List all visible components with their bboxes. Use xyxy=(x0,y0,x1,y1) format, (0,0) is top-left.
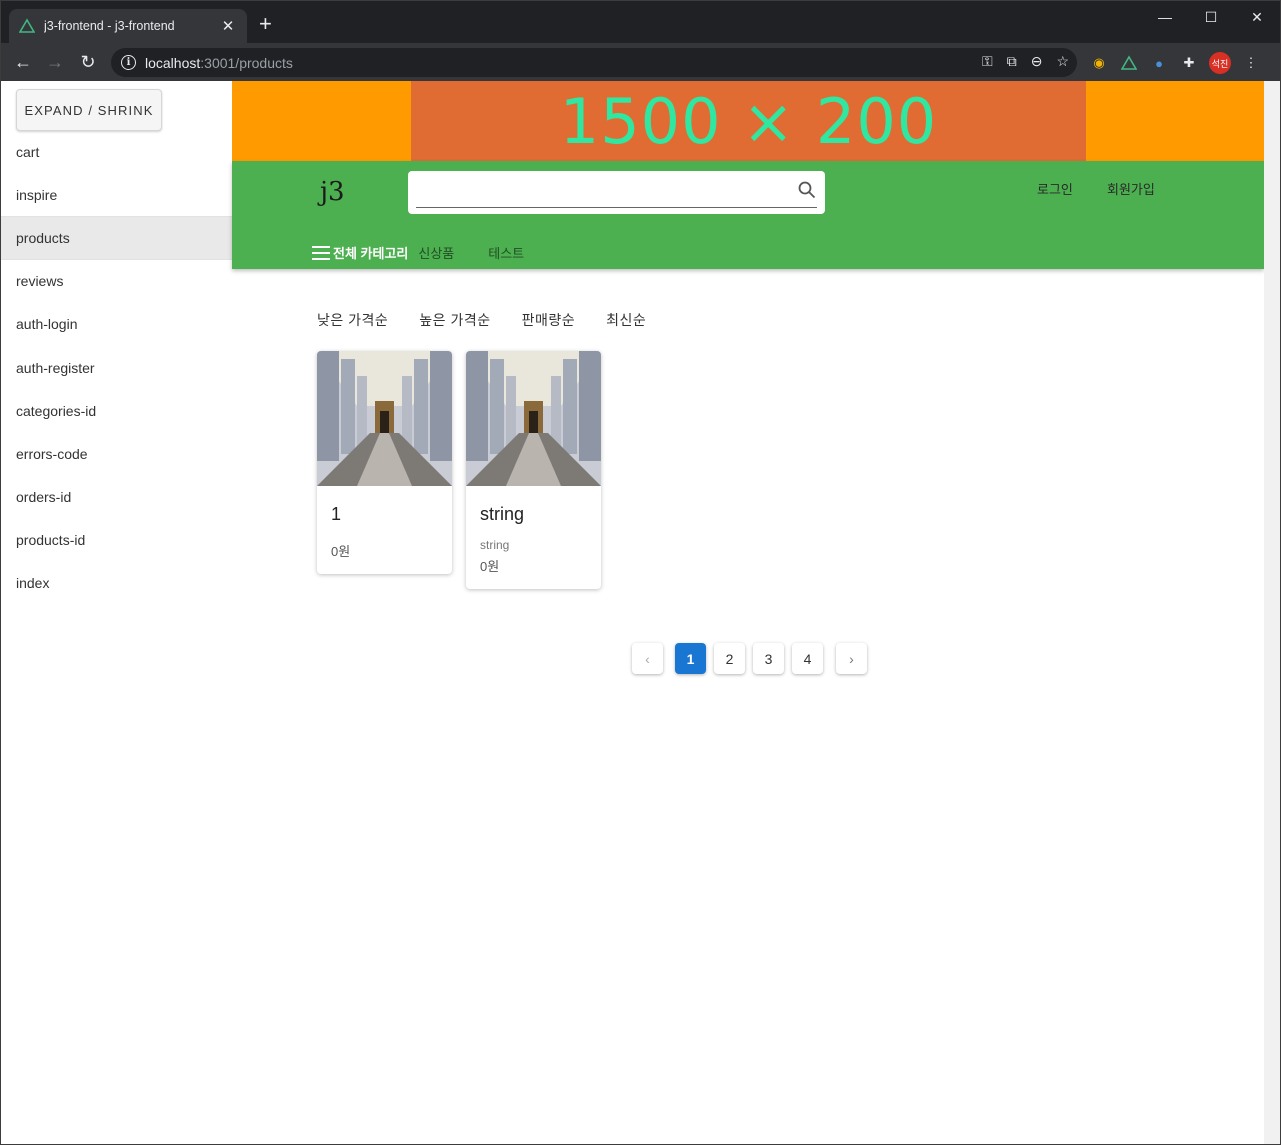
globe-extension-icon[interactable]: ● xyxy=(1149,53,1169,73)
product-title: 1 xyxy=(331,504,342,524)
sort-low-price[interactable]: 낮은 가격순 xyxy=(317,310,388,330)
sidebar-item-reviews[interactable]: reviews xyxy=(1,260,232,303)
signup-link[interactable]: 회원가입 xyxy=(1107,179,1155,198)
forward-icon[interactable]: → xyxy=(41,48,69,76)
all-categories-button[interactable]: 전체 카테고리 xyxy=(333,243,408,262)
product-price: 0원 xyxy=(331,544,351,559)
category-link-test[interactable]: 테스트 xyxy=(488,243,524,262)
product-price: 0원 xyxy=(480,559,500,574)
close-tab-icon[interactable]: ✕ xyxy=(219,17,237,35)
browser-tab[interactable]: j3-frontend - j3-frontend ✕ xyxy=(9,9,247,43)
page-button-3[interactable]: 3 xyxy=(753,643,784,674)
product-image xyxy=(466,351,601,486)
page-viewport: EXPAND / SHRINK cart inspire products re… xyxy=(1,81,1280,1144)
bookmark-star-icon[interactable]: ☆ xyxy=(1056,53,1069,70)
title-bar: j3-frontend - j3-frontend ✕ + — ☐ ✕ xyxy=(1,1,1280,43)
banner-placeholder: 1500 × 200 xyxy=(411,81,1086,161)
sidebar-item-auth-login[interactable]: auth-login xyxy=(1,303,232,346)
sort-options: 낮은 가격순 높은 가격순 판매량순 최신순 xyxy=(317,310,677,330)
nuxt-icon xyxy=(19,18,35,33)
nuxt-ext-icon xyxy=(1121,55,1137,70)
site-logo[interactable]: j3 xyxy=(320,177,345,207)
window-controls: — ☐ ✕ xyxy=(1142,1,1280,33)
site-header: j3 로그인 회원가입 전체 카테고리 신상품 테스트 xyxy=(232,161,1264,269)
product-subtitle: string xyxy=(480,538,510,552)
main-content: 1500 × 200 j3 로그인 회원가입 전체 카테고리 신상품 테스트 낮… xyxy=(232,81,1264,1144)
product-card[interactable]: 1 0원 xyxy=(317,351,452,574)
reload-icon[interactable]: ↻ xyxy=(74,48,102,76)
product-title: string xyxy=(480,504,525,524)
prev-page-button[interactable]: ‹ xyxy=(632,643,663,674)
close-window-icon[interactable]: ✕ xyxy=(1234,1,1280,33)
maximize-icon[interactable]: ☐ xyxy=(1188,1,1234,33)
sidebar-item-auth-register[interactable]: auth-register xyxy=(1,346,232,389)
sidebar-item-index[interactable]: index xyxy=(1,562,232,605)
tab-title: j3-frontend - j3-frontend xyxy=(44,19,175,33)
minimize-icon[interactable]: — xyxy=(1142,1,1188,33)
sidebar-item-products[interactable]: products xyxy=(1,216,232,260)
sidebar-item-inspire[interactable]: inspire xyxy=(1,173,232,216)
banner: 1500 × 200 xyxy=(232,81,1264,161)
sidebar-item-orders-id[interactable]: orders-id xyxy=(1,476,232,519)
sort-newest[interactable]: 최신순 xyxy=(606,310,646,330)
sidebar: EXPAND / SHRINK cart inspire products re… xyxy=(1,81,232,1144)
new-tab-icon[interactable]: + xyxy=(259,13,272,35)
address-bar[interactable]: i localhost :3001/products ⚿ ⧉ ⊖ ☆ xyxy=(111,48,1077,77)
back-icon[interactable]: ← xyxy=(9,48,37,76)
url-path: :3001/products xyxy=(200,54,293,71)
browser-toolbar: ← → ↻ i localhost :3001/products ⚿ ⧉ ⊖ ☆… xyxy=(1,43,1280,81)
search-underline xyxy=(416,207,817,208)
login-link[interactable]: 로그인 xyxy=(1037,179,1073,198)
browser-window: j3-frontend - j3-frontend ✕ + — ☐ ✕ ← → … xyxy=(0,0,1281,1145)
page-button-4[interactable]: 4 xyxy=(792,643,823,674)
category-link-new[interactable]: 신상품 xyxy=(418,243,454,262)
search-input[interactable] xyxy=(416,179,786,205)
next-page-button[interactable]: › xyxy=(836,643,867,674)
expand-shrink-button[interactable]: EXPAND / SHRINK xyxy=(16,89,162,131)
profile-avatar[interactable]: 석진 xyxy=(1209,52,1231,74)
product-card[interactable]: string string 0원 xyxy=(466,351,601,589)
sort-best-selling[interactable]: 판매량순 xyxy=(522,310,576,330)
sidebar-item-cart[interactable]: cart xyxy=(1,130,232,173)
page-button-1[interactable]: 1 xyxy=(675,643,706,674)
search-icon[interactable] xyxy=(797,180,817,200)
sidebar-item-categories-id[interactable]: categories-id xyxy=(1,389,232,432)
site-info-icon[interactable]: i xyxy=(121,55,136,70)
key-icon[interactable]: ⚿ xyxy=(982,53,993,70)
sort-high-price[interactable]: 높은 가격순 xyxy=(419,310,490,330)
category-bar: 전체 카테고리 신상품 테스트 xyxy=(312,243,558,262)
more-menu-icon[interactable]: ⋮ xyxy=(1241,53,1261,73)
page-scrollbar[interactable] xyxy=(1264,81,1280,1144)
puzzle-extensions-icon[interactable]: ✚ xyxy=(1179,53,1199,73)
omnibox-actions: ⚿ ⧉ ⊖ ☆ xyxy=(982,53,1069,70)
extensions-area: ◉ ● ✚ 석진 ⋮ xyxy=(1089,52,1261,74)
translate-icon[interactable]: ⧉ xyxy=(1007,53,1017,70)
pagination: ‹ 1 2 3 4 › xyxy=(632,643,875,674)
vue-devtools-icon[interactable] xyxy=(1119,53,1139,73)
search-box xyxy=(408,171,825,214)
menu-icon[interactable] xyxy=(312,245,330,260)
sidebar-nav: cart inspire products reviews auth-login… xyxy=(1,130,232,605)
sidebar-item-products-id[interactable]: products-id xyxy=(1,519,232,562)
page-button-2[interactable]: 2 xyxy=(714,643,745,674)
product-image xyxy=(317,351,452,486)
sidebar-item-errors-code[interactable]: errors-code xyxy=(1,432,232,475)
banner-text: 1500 × 200 xyxy=(559,84,938,158)
owl-extension-icon[interactable]: ◉ xyxy=(1089,53,1109,73)
zoom-icon[interactable]: ⊖ xyxy=(1031,53,1043,70)
url-host: localhost xyxy=(145,54,201,71)
